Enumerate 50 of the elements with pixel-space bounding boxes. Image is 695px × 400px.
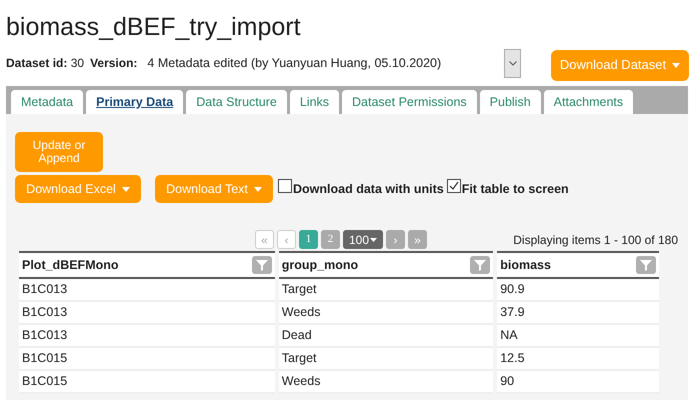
items-count: Displaying items 1 - 100 of 180	[512, 232, 678, 249]
version-dropdown[interactable]	[504, 48, 521, 78]
checkbox[interactable]	[278, 179, 292, 193]
download-dataset-button[interactable]: Download Dataset	[551, 50, 689, 80]
table-cell: 90.9	[500, 282, 525, 296]
tab[interactable]: Primary Data	[86, 90, 184, 114]
page-title: biomass_dBEF_try_import	[6, 12, 302, 42]
filter-icon[interactable]	[636, 256, 656, 274]
filter-icon[interactable]	[252, 256, 272, 274]
tab[interactable]: Links	[290, 90, 340, 114]
tab[interactable]: Publish	[480, 90, 541, 114]
tab[interactable]: Attachments	[544, 90, 634, 114]
table-cell: 90	[500, 374, 514, 388]
column-header: biomass	[500, 256, 551, 274]
table-cell: B1C013	[22, 282, 68, 296]
page-button[interactable]: 2	[321, 230, 340, 249]
table-cell: B1C015	[22, 351, 68, 366]
update-append-button[interactable]: Update or Append	[15, 132, 103, 172]
chevron-down-icon	[508, 60, 516, 66]
table-cell: 37.9	[500, 305, 525, 320]
caret-icon	[254, 186, 262, 192]
table-cell: B1C013	[22, 305, 68, 320]
download-button[interactable]: Download Excel	[15, 175, 141, 203]
table-cell: Weeds	[282, 374, 320, 388]
filter-icon[interactable]	[470, 256, 490, 274]
table-cell: Dead	[282, 328, 312, 342]
page-button[interactable]: 1	[299, 230, 318, 249]
column-header: Plot_dBEFMono	[22, 256, 119, 274]
caret-icon	[122, 186, 130, 192]
table-cell: Target	[282, 351, 317, 366]
checkbox[interactable]	[446, 179, 461, 193]
table-cell: Target	[282, 282, 317, 296]
tab[interactable]: Dataset Permissions	[342, 90, 477, 114]
checkbox-label: Download data with units	[293, 180, 444, 198]
dataset-id: Dataset id: 30	[6, 55, 84, 72]
page-size-dropdown[interactable]: 100	[343, 230, 383, 249]
caret-icon	[672, 62, 680, 68]
version-value: 4 Metadata edited (by Yuanyuan Huang, 05.10.2020)	[147, 54, 442, 72]
download-button[interactable]: Download Text	[155, 175, 273, 203]
column-header: group_mono	[282, 256, 358, 274]
tab[interactable]: Metadata	[11, 90, 84, 114]
tab[interactable]: Data Structure	[186, 90, 287, 114]
table-cell: Weeds	[282, 305, 320, 320]
table-cell: B1C015	[22, 374, 68, 388]
checkbox-label: Fit table to screen	[462, 180, 569, 198]
version-label: Version:	[90, 55, 138, 72]
caret-icon	[370, 238, 378, 242]
table-cell: B1C013	[22, 328, 68, 342]
table-cell: 12.5	[500, 351, 525, 366]
table-cell: NA	[500, 328, 518, 342]
